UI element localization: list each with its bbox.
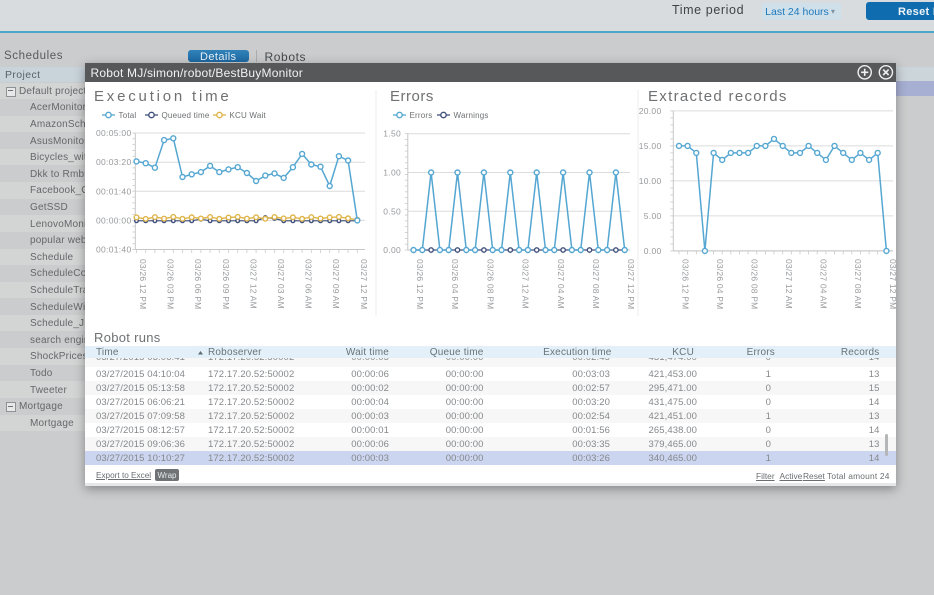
svg-text:03/27 12 AM: 03/27 12 AM bbox=[521, 259, 531, 309]
svg-text:03/27 08 AM: 03/27 08 AM bbox=[853, 259, 863, 309]
svg-text:03/27 12 PM: 03/27 12 PM bbox=[626, 259, 636, 309]
svg-text:03/27 12 AM: 03/27 12 AM bbox=[784, 259, 794, 309]
svg-text:0.00: 0.00 bbox=[644, 246, 662, 256]
svg-text:00:01:40: 00:01:40 bbox=[96, 245, 132, 255]
svg-text:1.00: 1.00 bbox=[383, 168, 401, 178]
svg-text:03/27 06 AM: 03/27 06 AM bbox=[304, 259, 314, 309]
svg-text:KCU Wait: KCU Wait bbox=[230, 111, 267, 120]
svg-text:03/26 08 PM: 03/26 08 PM bbox=[750, 259, 760, 309]
svg-text:03/27 12 AM: 03/27 12 AM bbox=[248, 259, 258, 309]
svg-text:03/27 12 PM: 03/27 12 PM bbox=[888, 259, 898, 309]
svg-text:03/26 06 PM: 03/26 06 PM bbox=[193, 259, 203, 309]
svg-text:03/26 12 PM: 03/26 12 PM bbox=[415, 259, 425, 309]
svg-text:03/27 09 AM: 03/27 09 AM bbox=[331, 259, 341, 309]
svg-text:Queued time: Queued time bbox=[162, 111, 210, 120]
svg-text:15.00: 15.00 bbox=[639, 141, 662, 151]
svg-text:03/26 04 PM: 03/26 04 PM bbox=[715, 259, 725, 309]
svg-text:03/26 09 PM: 03/26 09 PM bbox=[221, 259, 231, 309]
svg-text:03/26 08 PM: 03/26 08 PM bbox=[485, 259, 495, 309]
svg-text:03/26 12 PM: 03/26 12 PM bbox=[681, 259, 691, 309]
svg-text:03/27 08 AM: 03/27 08 AM bbox=[591, 259, 601, 309]
svg-text:0.00: 0.00 bbox=[383, 245, 401, 255]
svg-text:5.00: 5.00 bbox=[644, 211, 662, 221]
svg-text:03/27 04 AM: 03/27 04 AM bbox=[819, 259, 829, 309]
svg-text:03/27 03 AM: 03/27 03 AM bbox=[276, 259, 286, 309]
svg-text:03/27 12 PM: 03/27 12 PM bbox=[359, 259, 369, 309]
svg-text:00:05:00: 00:05:00 bbox=[96, 128, 132, 138]
svg-text:00:03:20: 00:03:20 bbox=[96, 157, 132, 167]
svg-text:03/27 04 AM: 03/27 04 AM bbox=[556, 259, 566, 309]
svg-text:20.00: 20.00 bbox=[639, 106, 662, 116]
svg-text:03/26 03 PM: 03/26 03 PM bbox=[166, 259, 176, 309]
svg-text:Warnings: Warnings bbox=[454, 111, 489, 120]
svg-text:00:00:00: 00:00:00 bbox=[96, 215, 132, 225]
svg-text:Errors: Errors bbox=[410, 111, 433, 120]
svg-text:0.50: 0.50 bbox=[383, 206, 401, 216]
svg-text:10.00: 10.00 bbox=[639, 176, 662, 186]
svg-text:Total: Total bbox=[119, 111, 137, 120]
svg-text:03/26 04 PM: 03/26 04 PM bbox=[450, 259, 460, 309]
svg-text:03/26 12 PM: 03/26 12 PM bbox=[138, 259, 148, 309]
svg-text:00:01:40: 00:01:40 bbox=[96, 186, 132, 196]
svg-text:1.50: 1.50 bbox=[383, 129, 401, 139]
